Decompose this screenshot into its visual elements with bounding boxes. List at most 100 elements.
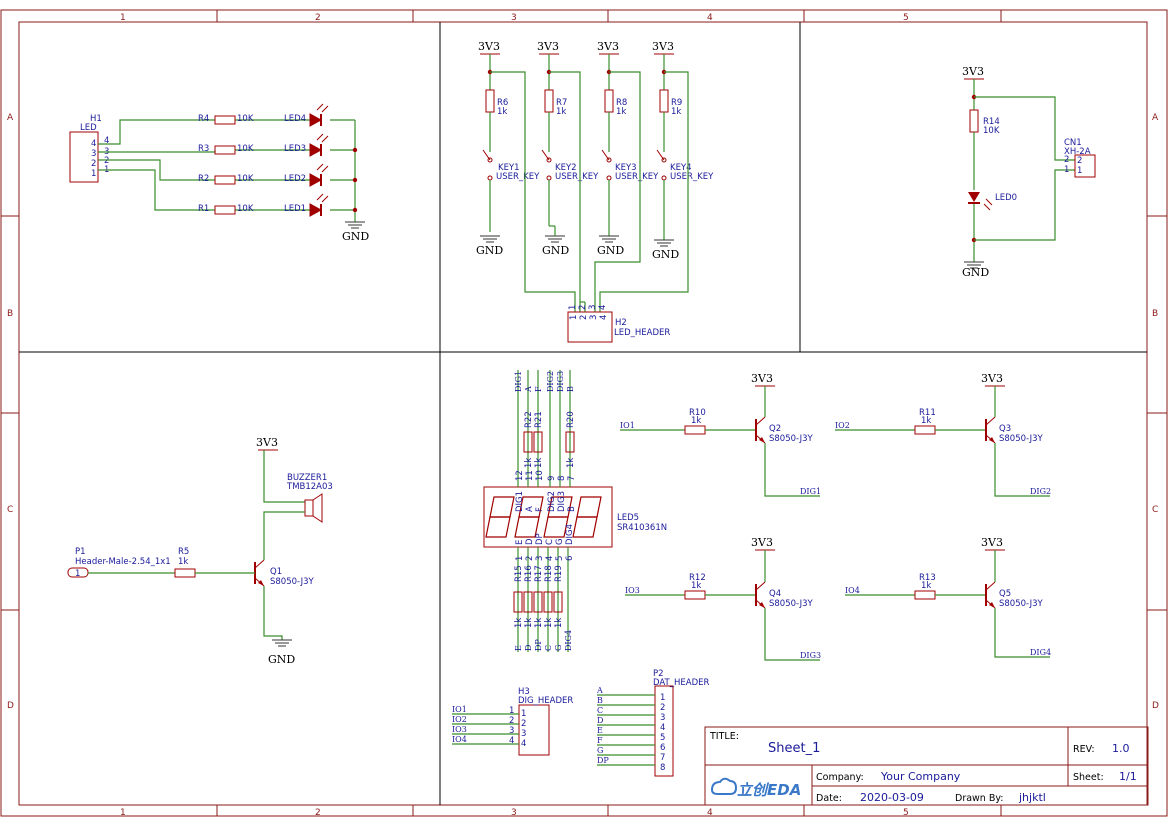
v33-label: 3V3 (256, 436, 278, 449)
v33-label: 3V3 (751, 372, 773, 385)
h3-pin: 2 (521, 719, 526, 729)
cn1-pin: 1 (1077, 166, 1082, 176)
cn1-pin: 2 (1064, 155, 1069, 165)
gnd-label: GND (597, 244, 624, 257)
seg-inner-label: DIG4 (565, 524, 575, 545)
resistor-ref: R3 (198, 144, 209, 154)
date-value: 2020-03-09 (860, 791, 924, 804)
drivers-section: IO1R101k3V3Q2S8050-J3YDIG1IO2R111k3V3Q3S… (620, 372, 1051, 661)
net-label: G (597, 746, 603, 755)
title-block: TITLE: Sheet_1 REV: 1.0 Company: Your Co… (704, 726, 1149, 806)
net-label: IO4 (452, 735, 467, 744)
resistor-ref: R16 (524, 565, 534, 582)
transistor-ref: Q4 (769, 589, 781, 599)
seg-inner-label: G (555, 538, 565, 545)
resistor-value: 10K (983, 126, 1000, 136)
gnd-label: GND (542, 244, 569, 257)
seg-pin: 9 (547, 476, 557, 481)
resistor-value: 1k (616, 107, 626, 117)
h2-pin: 3 (589, 315, 599, 320)
seg-pin: 3 (535, 556, 545, 561)
cn1-pin: 1 (1064, 165, 1069, 175)
seg-inner-label: D (525, 538, 535, 545)
net-label: DP (534, 639, 543, 651)
schematic-sheet: 1 2 3 4 5 1 2 3 4 5 A B C D A B C D H1 L… (0, 9, 1168, 818)
key-value: USER_KEY (496, 172, 540, 182)
net-label: IO3 (452, 725, 467, 734)
p2-pin: 5 (660, 733, 665, 743)
resistor-value: 1k (691, 581, 701, 591)
seg-inner-label: C (545, 539, 555, 545)
resistor-value: 1k (566, 458, 576, 468)
key-value: USER_KEY (615, 172, 659, 182)
date-label: Date: (816, 793, 842, 804)
col-label: 5 (903, 13, 909, 23)
transistor-value: S8050-J3Y (999, 599, 1043, 609)
transistor-ref: Q3 (999, 424, 1011, 434)
seg-inner-label: E (515, 540, 525, 545)
net-label: IO3 (625, 586, 640, 595)
p2-pin: 6 (660, 743, 665, 753)
key-column: 3V3 R9 1k KEY4 USER_KEY GND (652, 40, 714, 261)
resistor-value: 1k (524, 618, 534, 628)
net-label: IO4 (845, 586, 860, 595)
resistor-value: 1k (534, 618, 544, 628)
col-label: 3 (511, 13, 517, 23)
net-label: A (524, 386, 533, 393)
h3-pin: 3 (509, 726, 514, 736)
net-label: E (597, 726, 603, 735)
net-label: IO1 (452, 705, 467, 714)
net-label: DIG3 (556, 371, 565, 392)
h2-value: LED_HEADER (614, 328, 670, 338)
seg-pin: 10 (535, 470, 545, 481)
buzzer-value: TMB12A03 (286, 482, 333, 492)
seg-pin: 1 (515, 556, 525, 561)
buzzer-section: 3V3 BUZZER1 TMB12A03 Q1 S8050-J3Y GND 1 … (67, 436, 333, 666)
resistor-ref: R4 (198, 114, 209, 124)
rev-value: 1.0 (1112, 742, 1130, 755)
resistor-ref: R5 (178, 547, 189, 557)
cn1-pin: 2 (1077, 156, 1082, 166)
sheet-value: 1/1 (1119, 770, 1137, 783)
seg-pin: 6 (565, 556, 575, 561)
resistor-ref: R21 (534, 411, 544, 428)
net-label: G (554, 645, 563, 651)
led-ref: LED4 (284, 114, 306, 124)
led-ref: LED2 (284, 174, 306, 184)
company-value: Your Company (880, 770, 961, 783)
h2-pin: 4 (599, 315, 609, 320)
h1-pin: 2 (91, 159, 96, 169)
p1-value: Header-Male-2.54_1x1 (75, 557, 171, 567)
net-label: DIG2 (1030, 487, 1051, 496)
easyeda-logo: 立创EDA (710, 777, 801, 799)
h3-pin: 4 (521, 739, 526, 749)
resistor-value: 10K (237, 144, 254, 154)
h3-pin: 1 (521, 709, 526, 719)
seg-pin: 7 (567, 476, 577, 481)
h2-pin: 1 (569, 315, 579, 320)
resistor-value: 10K (237, 114, 254, 124)
p2-pin: 8 (660, 763, 665, 773)
title-label: TITLE: (709, 731, 739, 742)
transistor-ref: Q2 (769, 424, 781, 434)
h1-pin: 4 (91, 139, 96, 149)
row-label: D (1152, 701, 1159, 711)
resistor-value: 1k (514, 618, 524, 628)
segment-wires: DIG112DIG1A11AF10FDIG29DIG2DIG38DIG3B7BR… (513, 370, 577, 652)
sheet-label: Sheet: (1073, 772, 1104, 783)
net-label: B (597, 696, 603, 705)
transistor-value: S8050-J3Y (769, 599, 813, 609)
p2-pin: 4 (660, 723, 665, 733)
v33-label: 3V3 (981, 536, 1003, 549)
seg-inner-label: DIG2 (547, 491, 557, 512)
seg-pin: 12 (515, 470, 525, 481)
resistor-ref: R18 (544, 565, 554, 582)
net-label: C (597, 706, 603, 715)
led-ref: LED1 (284, 204, 306, 214)
v33-label: 3V3 (537, 40, 559, 53)
led5-ref: LED5 (617, 513, 639, 523)
net-label: C (544, 645, 553, 651)
net-label: DIG1 (514, 371, 523, 392)
seg-pin: 8 (557, 476, 567, 481)
row-label: B (7, 309, 13, 319)
